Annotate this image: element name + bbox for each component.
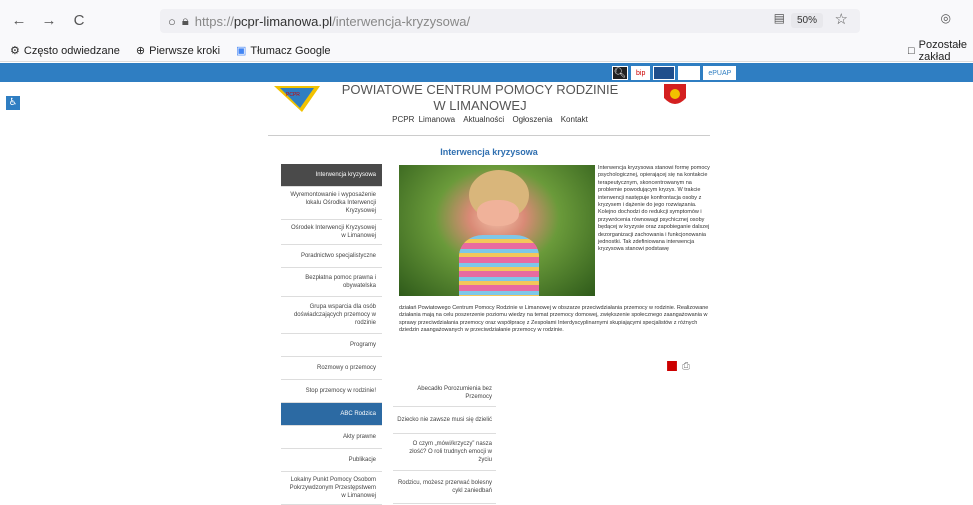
photo-hands xyxy=(477,200,519,226)
print-icon[interactable]: ⎙ xyxy=(682,361,693,373)
site-title-line1: POWIATOWE CENTRUM POMOCY RODZINIE xyxy=(341,82,619,97)
submenu-item-cykl[interactable]: Rodzicu, możesz przerwać bolesny cykl za… xyxy=(393,471,496,504)
document-actions: ⬛︎ ⎙ xyxy=(667,361,693,373)
sidebar-item-grupa-wsparcia[interactable]: Grupa wsparcia dla osób doświadczających… xyxy=(281,297,382,334)
article-intro-text: Interwencja kryzysowa stanowi formę pomo… xyxy=(598,165,710,253)
svg-text:PCPR: PCPR xyxy=(286,92,300,98)
nav-contact[interactable]: Kontakt xyxy=(561,115,588,124)
submenu-item-dziecko[interactable]: Dziecko nie zawsze musi się dzielić xyxy=(393,407,496,434)
accessibility-icon[interactable]: ♿︎ xyxy=(6,96,20,110)
bookmark-label: Tłumacz Google xyxy=(250,44,331,57)
sidebar-item-lokalny-punkt[interactable]: Lokalny Punkt Pomocy Osobom Pokrzywdzony… xyxy=(281,472,382,505)
sidebar-item-remont[interactable]: Wyremontowanie i wyposażenie lokalu Ośro… xyxy=(281,187,382,220)
partner-link[interactable] xyxy=(678,66,701,80)
site-logo[interactable]: PCPR xyxy=(272,82,322,116)
lock-icon: 🔒︎ xyxy=(181,13,189,28)
coat-of-arms-logo xyxy=(664,84,686,104)
translate-icon: ▣ xyxy=(236,45,247,57)
sidebar-item-osrodek[interactable]: Ośrodek Interwencji Kryzysowej w Limanow… xyxy=(281,220,382,245)
photo-shirt xyxy=(459,235,539,296)
url-bar[interactable]: ○ 🔒︎ https://pcpr-limanowa.pl/interwencj… xyxy=(160,9,860,33)
bookmark-label: Często odwiedzane xyxy=(23,44,120,57)
sidebar-item-abc-rodzica[interactable]: ABC Rodzica xyxy=(281,403,382,426)
nav-announcements[interactable]: Ogłoszenia xyxy=(512,115,552,124)
sidebar-item-akty-prawne[interactable]: Akty prawne xyxy=(281,426,382,449)
site-title: POWIATOWE CENTRUM POMOCY RODZINIE W LIMA… xyxy=(340,82,620,114)
nav-home[interactable]: PCPR Limanowa xyxy=(392,115,455,124)
bookmarks-bar: ⚙ Często odwiedzane ⊕ Pierwsze kroki ▣ Tłum… xyxy=(0,39,973,63)
header-divider xyxy=(268,135,710,136)
globe-icon: ⊕ xyxy=(135,45,146,57)
zoom-level[interactable]: 50% xyxy=(790,13,823,28)
nav-news[interactable]: Aktualności xyxy=(463,115,504,124)
submenu-item-zlosc[interactable]: O czym „mówi/krzyczy” nasza złość? O rol… xyxy=(393,434,496,471)
bookmark-other[interactable]: □ Pozostałe zakład xyxy=(908,39,967,63)
star-icon[interactable]: ☆ xyxy=(835,10,848,28)
top-strip xyxy=(0,63,973,82)
reload-button[interactable]: C xyxy=(68,12,90,29)
abc-rodzica-submenu: Abecadło Porozumienia bez Przemocy Dziec… xyxy=(393,380,496,504)
site-title-line2: W LIMANOWEJ xyxy=(433,98,527,113)
pdf-icon[interactable]: ⬛︎ xyxy=(667,361,678,373)
sidebar-item-interwencja[interactable]: Interwencja kryzysowa xyxy=(281,164,382,187)
submenu-item-abecadlo[interactable]: Abecadło Porozumienia bez Przemocy xyxy=(393,380,496,407)
gear-icon: ⚙ xyxy=(10,45,20,57)
article-photo xyxy=(399,165,595,296)
bookmark-first-steps[interactable]: ⊕ Pierwsze kroki xyxy=(135,44,221,58)
bookmark-translate[interactable]: ▣ Tłumacz Google xyxy=(236,44,331,58)
folder-icon: □ xyxy=(908,44,915,57)
article-body-text: działań Powiatowego Centrum Pomocy Rodzi… xyxy=(399,305,709,334)
sidebar-item-poradnictwo[interactable]: Poradnictwo specjalistyczne xyxy=(281,245,382,268)
reader-view-icon[interactable]: ▤ xyxy=(774,11,785,25)
forward-button[interactable]: → xyxy=(38,12,60,29)
url-path: /interwencja-kryzysowa/ xyxy=(332,13,471,29)
page-title: Interwencja kryzysowa xyxy=(440,147,538,157)
url-protocol: https:// xyxy=(194,13,234,29)
pocket-icon[interactable]: ◎ xyxy=(941,11,951,25)
url-host: pcpr-limanowa.pl xyxy=(233,13,333,29)
bookmark-often[interactable]: ⚙ Często odwiedzane xyxy=(10,44,120,58)
sidebar-item-stop-przemocy[interactable]: Stop przemocy w rodzinie! xyxy=(281,380,382,403)
main-nav: PCPR Limanowa Aktualności Ogłoszenia Kon… xyxy=(340,115,640,124)
sidebar-item-programy[interactable]: Programy xyxy=(281,334,382,357)
bookmark-label: Pozostałe zakład xyxy=(918,38,967,63)
browser-toolbar: ← → C ○ 🔒︎ https://pcpr-limanowa.pl/inte… xyxy=(0,0,973,40)
bookmark-label: Pierwsze kroki xyxy=(149,44,221,57)
epuap-link[interactable]: ePUAP xyxy=(703,66,737,80)
back-button[interactable]: ← xyxy=(8,12,30,29)
sidebar-item-pomoc-prawna[interactable]: Bezpłatna pomoc prawna i obywatelska xyxy=(281,268,382,297)
search-icon[interactable]: 🔍︎ xyxy=(612,66,628,80)
sidebar-item-publikacje[interactable]: Publikacje xyxy=(281,449,382,472)
flag-eu-link[interactable] xyxy=(653,66,676,80)
sidebar-item-rozmowy[interactable]: Rozmowy o przemocy xyxy=(281,357,382,380)
shield-icon: ○ xyxy=(168,13,176,29)
top-icons: 🔍︎ bip ePUAP xyxy=(612,66,737,80)
bip-link[interactable]: bip xyxy=(631,66,651,80)
sidebar-menu: Interwencja kryzysowa Wyremontowanie i w… xyxy=(281,164,382,505)
